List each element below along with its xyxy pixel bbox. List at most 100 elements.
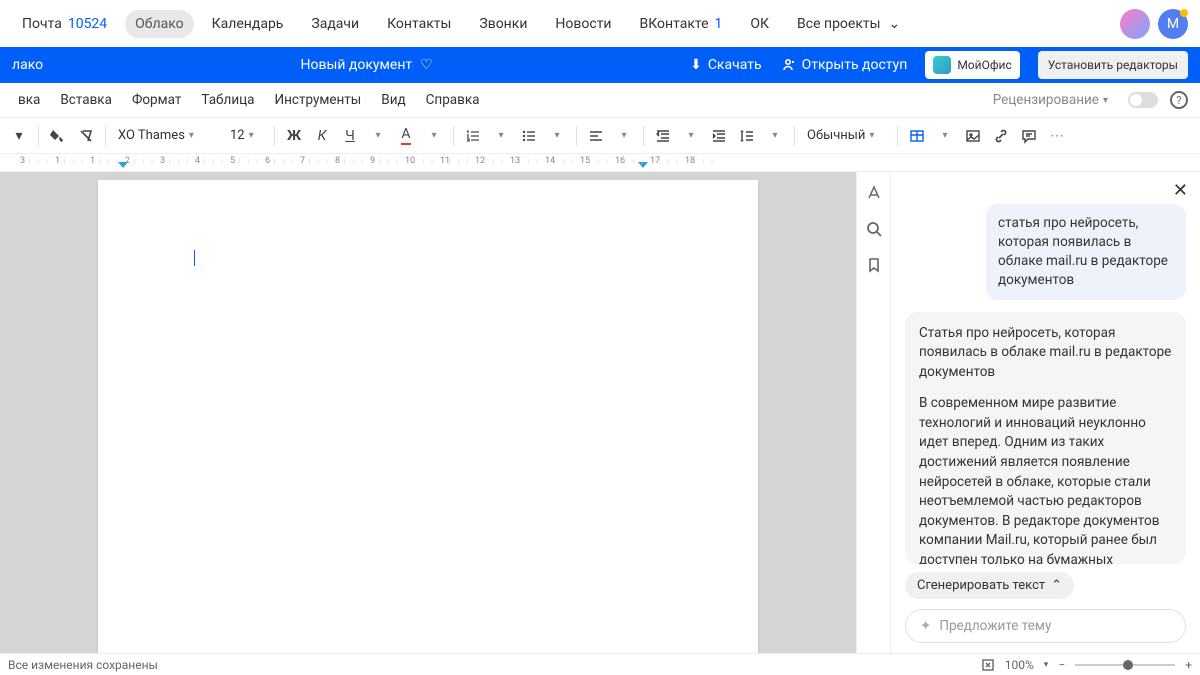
text-style-panel-icon[interactable] <box>865 184 883 202</box>
zoom-value[interactable]: 100% <box>1005 658 1034 672</box>
nav-mail-count: 10524 <box>68 16 107 32</box>
chevron-down-icon[interactable]: ▾ <box>1044 660 1049 670</box>
user-avatar[interactable]: М <box>1158 9 1188 39</box>
nav-calendar[interactable]: Календарь <box>202 10 294 38</box>
chevron-down-icon: ⌄ <box>889 16 901 32</box>
nav-vk-count: 1 <box>715 16 723 32</box>
search-icon[interactable] <box>865 220 883 238</box>
underline-button[interactable]: Ч <box>337 123 363 149</box>
list-dropdown[interactable]: ▾ <box>488 123 514 149</box>
menu-help[interactable]: Справка <box>416 88 490 112</box>
zoom-thumb[interactable] <box>1123 660 1133 670</box>
download-label: Скачать <box>708 57 762 73</box>
ai-paragraph: Статья про нейросеть, которая появилась … <box>919 324 1172 383</box>
more-tools-icon[interactable]: ⋯ <box>1044 123 1070 149</box>
ai-prompt-input[interactable]: ✦ Предложите тему <box>905 609 1186 643</box>
bullet-dropdown[interactable]: ▾ <box>544 123 570 149</box>
download-icon: ⬇ <box>690 57 702 73</box>
share-button[interactable]: Открыть доступ <box>780 57 908 73</box>
track-changes-toggle[interactable] <box>1128 92 1158 108</box>
indent-decrease-icon[interactable] <box>650 123 676 149</box>
nav-vk-label: ВКонтакте <box>640 16 709 32</box>
font-size-select[interactable]: 12 ▾ <box>224 123 268 149</box>
help-icon[interactable]: ? <box>1170 91 1188 109</box>
align-dropdown[interactable]: ▾ <box>611 123 637 149</box>
moyoffice-label: МойОфис <box>957 58 1011 72</box>
page[interactable] <box>98 180 758 653</box>
align-left-icon[interactable] <box>583 123 609 149</box>
bullet-list-icon[interactable] <box>516 123 542 149</box>
zoom-in-button[interactable]: + <box>1185 658 1192 672</box>
zoom-slider[interactable] <box>1075 664 1175 666</box>
install-editors-button[interactable]: Установить редакторы <box>1038 51 1188 79</box>
insert-comment-icon[interactable] <box>1016 123 1042 149</box>
bold-button[interactable]: Ж <box>281 123 307 149</box>
nav-cloud[interactable]: Облако <box>125 10 194 38</box>
moyoffice-icon <box>933 56 951 74</box>
paint-format-icon[interactable] <box>45 123 71 149</box>
moyoffice-badge[interactable]: МойОфис <box>925 51 1019 79</box>
menu-item[interactable]: вка <box>8 88 50 112</box>
close-icon[interactable]: ✕ <box>1173 180 1188 201</box>
share-icon <box>780 57 796 73</box>
table-dropdown[interactable]: ▾ <box>932 123 958 149</box>
undo-dropdown-icon[interactable]: ▾ <box>6 123 32 149</box>
line-spacing-icon[interactable] <box>734 123 760 149</box>
chevron-down-icon: ▾ <box>1103 95 1108 106</box>
text-color-dropdown[interactable]: ▾ <box>421 123 447 149</box>
style-select[interactable]: Обычный ▾ <box>801 123 891 149</box>
insert-link-icon[interactable] <box>988 123 1014 149</box>
more-text-dropdown[interactable]: ▾ <box>365 123 391 149</box>
nav-projects-label: Все проекты <box>797 16 880 32</box>
chevron-down-icon: ▾ <box>869 130 874 141</box>
italic-button[interactable]: К <box>309 123 335 149</box>
nav-mail[interactable]: Почта 10524 <box>12 10 117 38</box>
document-title[interactable]: Новый документ <box>301 57 413 73</box>
download-button[interactable]: ⬇ Скачать <box>690 57 762 73</box>
indent-dropdown[interactable]: ▾ <box>678 123 704 149</box>
spacing-dropdown[interactable]: ▾ <box>762 123 788 149</box>
ruler-number: 7 <box>300 156 305 166</box>
generate-text-button[interactable]: Сгенерировать текст ⌃ <box>905 572 1074 599</box>
insert-table-icon[interactable] <box>904 123 930 149</box>
zoom-out-button[interactable]: − <box>1058 658 1065 672</box>
horizontal-ruler[interactable]: 3|||1|||1|||2|||3|||4|||5|||6|||7|||8|||… <box>0 154 1200 172</box>
breadcrumb[interactable]: лако <box>12 57 43 73</box>
fit-page-icon[interactable] <box>981 658 995 672</box>
top-navigation: Почта 10524 Облако Календарь Задачи Конт… <box>0 0 1200 47</box>
bookmark-icon[interactable] <box>865 256 883 274</box>
nav-tasks[interactable]: Задачи <box>301 10 369 38</box>
insert-image-icon[interactable] <box>960 123 986 149</box>
menu-format[interactable]: Формат <box>122 88 191 112</box>
text-color-button[interactable]: А <box>393 123 419 149</box>
nav-ok[interactable]: ОК <box>740 10 779 38</box>
nav-projects[interactable]: Все проекты ⌄ <box>787 10 910 38</box>
nav-news[interactable]: Новости <box>545 10 621 38</box>
ruler-number: 4 <box>195 156 200 166</box>
nav-vk[interactable]: ВКонтакте 1 <box>630 10 733 38</box>
menu-tools[interactable]: Инструменты <box>264 88 371 112</box>
ruler-number: 1 <box>55 156 60 166</box>
main-area: ✕ статья про нейросеть, которая появилас… <box>0 172 1200 653</box>
document-header: лако Новый документ ♡ ⬇ Скачать Открыть … <box>0 47 1200 83</box>
nav-calls[interactable]: Звонки <box>469 10 537 38</box>
menu-insert[interactable]: Вставка <box>50 88 122 112</box>
font-size-value: 12 <box>230 128 245 143</box>
document-canvas[interactable] <box>0 172 856 653</box>
menu-table[interactable]: Таблица <box>191 88 264 112</box>
review-dropdown[interactable]: Рецензирование ▾ <box>985 92 1116 108</box>
font-family-select[interactable]: XO Thames ▾ <box>112 123 222 149</box>
clear-format-icon[interactable] <box>73 123 99 149</box>
ai-avatar-icon[interactable] <box>1120 9 1150 39</box>
nav-contacts[interactable]: Контакты <box>377 10 461 38</box>
numbered-list-icon[interactable] <box>460 123 486 149</box>
sparkle-icon: ✦ <box>920 618 931 634</box>
favorite-icon[interactable]: ♡ <box>420 57 433 73</box>
menu-bar: вка Вставка Формат Таблица Инструменты В… <box>0 83 1200 118</box>
menu-view[interactable]: Вид <box>371 88 415 112</box>
ai-placeholder: Предложите тему <box>939 618 1051 634</box>
indent-increase-icon[interactable] <box>706 123 732 149</box>
ruler-number: 1 <box>90 156 95 166</box>
right-indent-marker-icon[interactable] <box>638 162 648 172</box>
chevron-up-icon: ⌃ <box>1051 578 1062 593</box>
